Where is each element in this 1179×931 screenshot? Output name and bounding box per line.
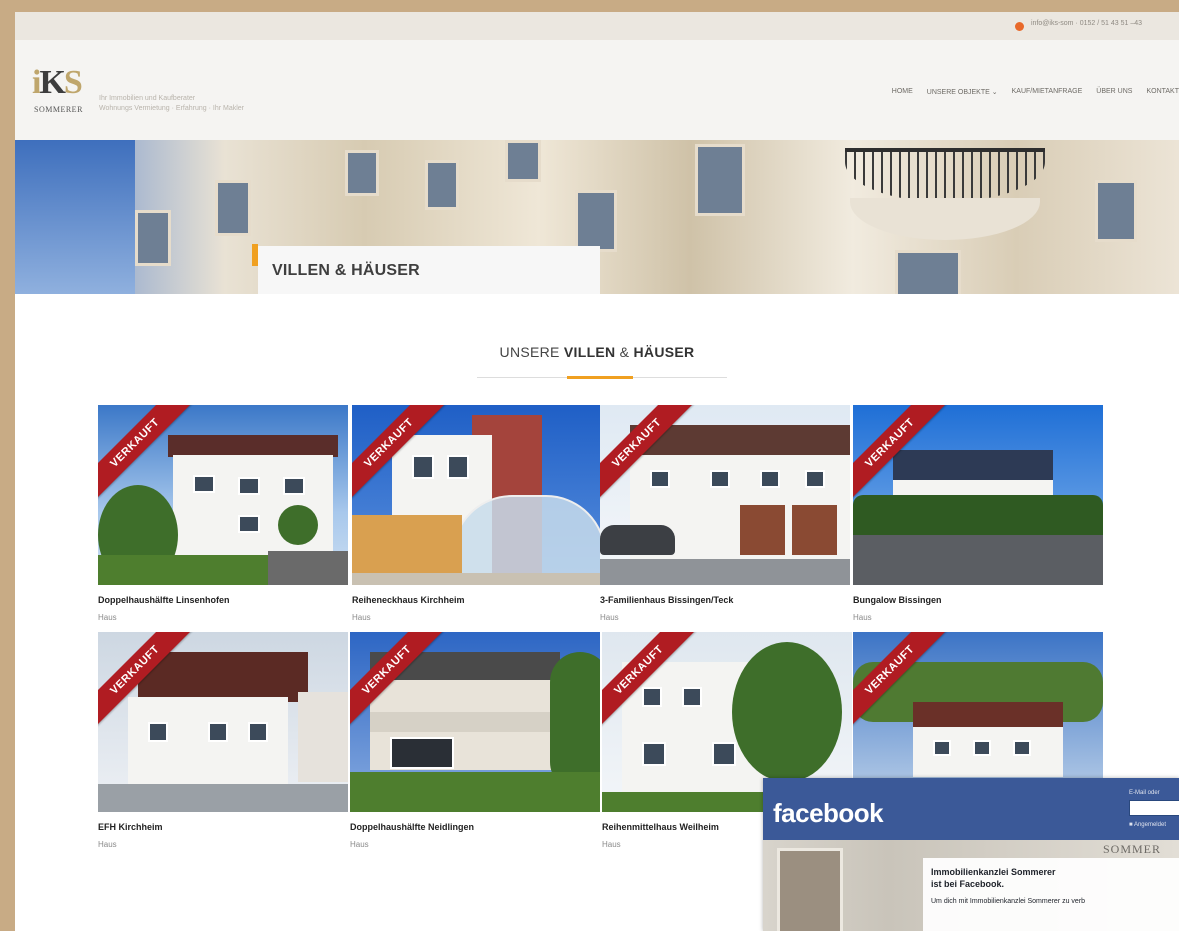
property-title[interactable]: Reiheneckhaus Kirchheim (352, 595, 602, 605)
nav-kontakt[interactable]: KONTAKT (1146, 88, 1179, 96)
facebook-heading: Immobilienkanzlei Sommerer ist bei Faceb… (931, 867, 1056, 889)
facebook-header: facebook E-Mail oder ■ Angemeldet (763, 778, 1179, 840)
facebook-message-box: Immobilienkanzlei Sommerer ist bei Faceb… (923, 858, 1179, 931)
logo-name: SOMMERER (34, 105, 83, 114)
property-photo[interactable]: VERKAUFT (600, 405, 850, 585)
property-card-4[interactable]: VERKAUFT Bungalow Bissingen Haus (853, 405, 1103, 622)
nav-ueber-uns[interactable]: ÜBER UNS (1096, 88, 1132, 96)
property-type: Haus (352, 613, 371, 622)
property-photo[interactable]: VERKAUFT (352, 405, 602, 585)
property-type: Haus (350, 840, 369, 849)
site-header: iKS SOMMERER Ihr Immobilien und Kaufbera… (15, 40, 1179, 140)
main-nav: HOME UNSERE OBJEKTE ⌄ KAUF/MIETANFRAGE Ü… (892, 88, 1179, 96)
property-card-6[interactable]: VERKAUFT Doppelhaushälfte Neidlingen Hau… (350, 632, 600, 849)
logo-mark: iKS (32, 64, 83, 101)
property-card-3[interactable]: VERKAUFT 3-Familienhaus Bissingen/Teck H… (600, 405, 850, 622)
property-title[interactable]: 3-Familienhaus Bissingen/Teck (600, 595, 850, 605)
logo-tagline: Ihr Immobilien und Kaufberater Wohnungs … (99, 95, 244, 112)
facebook-popup[interactable]: facebook E-Mail oder ■ Angemeldet SOMMER… (763, 778, 1179, 931)
section-title: UNSERE VILLEN & HÄUSER (499, 344, 695, 360)
hero-label: VILLEN & HÄUSER (252, 244, 600, 294)
property-photo[interactable]: VERKAUFT (350, 632, 600, 812)
hero-title: VILLEN & HÄUSER (272, 262, 420, 279)
property-type: Haus (853, 613, 872, 622)
status-dot-icon (1015, 22, 1024, 31)
browser-page: info@iks-som · 0152 / 51 43 51 –43 iKS S… (15, 12, 1179, 931)
facebook-logo[interactable]: facebook (773, 798, 884, 829)
top-info-bar: info@iks-som · 0152 / 51 43 51 –43 (15, 12, 1179, 40)
site-logo[interactable]: iKS SOMMERER (32, 64, 92, 120)
property-photo[interactable]: VERKAUFT (98, 405, 348, 585)
property-title[interactable]: Doppelhaushälfte Linsenhofen (98, 595, 348, 605)
facebook-remember-checkbox[interactable]: ■ Angemeldet (1129, 822, 1166, 828)
property-title[interactable]: Doppelhaushälfte Neidlingen (350, 822, 600, 832)
property-type: Haus (98, 840, 117, 849)
facebook-login-label: E-Mail oder (1129, 790, 1160, 796)
property-card-1[interactable]: VERKAUFT Doppelhaushälfte Linsenhofen Ha… (98, 405, 348, 622)
door-image (777, 848, 843, 931)
property-card-2[interactable]: VERKAUFT Reiheneckhaus Kirchheim Haus (352, 405, 602, 622)
property-title[interactable]: Bungalow Bissingen (853, 595, 1103, 605)
property-type: Haus (98, 613, 117, 622)
contact-info: info@iks-som · 0152 / 51 43 51 –43 (1031, 20, 1143, 27)
facebook-text: Um dich mit Immobilienkanzlei Sommerer z… (931, 898, 1086, 905)
nav-kauf-mietanfrage[interactable]: KAUF/MIETANFRAGE (1012, 88, 1083, 96)
property-photo[interactable]: VERKAUFT (98, 632, 348, 812)
property-type: Haus (600, 613, 619, 622)
property-card-5[interactable]: VERKAUFT EFH Kirchheim Haus (98, 632, 348, 849)
section-divider (477, 376, 727, 379)
facebook-email-input[interactable] (1129, 800, 1179, 816)
balcony (845, 148, 1045, 202)
nav-unsere-objekte[interactable]: UNSERE OBJEKTE ⌄ (927, 88, 998, 96)
property-title[interactable]: EFH Kirchheim (98, 822, 348, 832)
property-photo[interactable]: VERKAUFT (853, 405, 1103, 585)
facebook-watermark: SOMMER (1103, 842, 1162, 856)
nav-home[interactable]: HOME (892, 88, 913, 96)
